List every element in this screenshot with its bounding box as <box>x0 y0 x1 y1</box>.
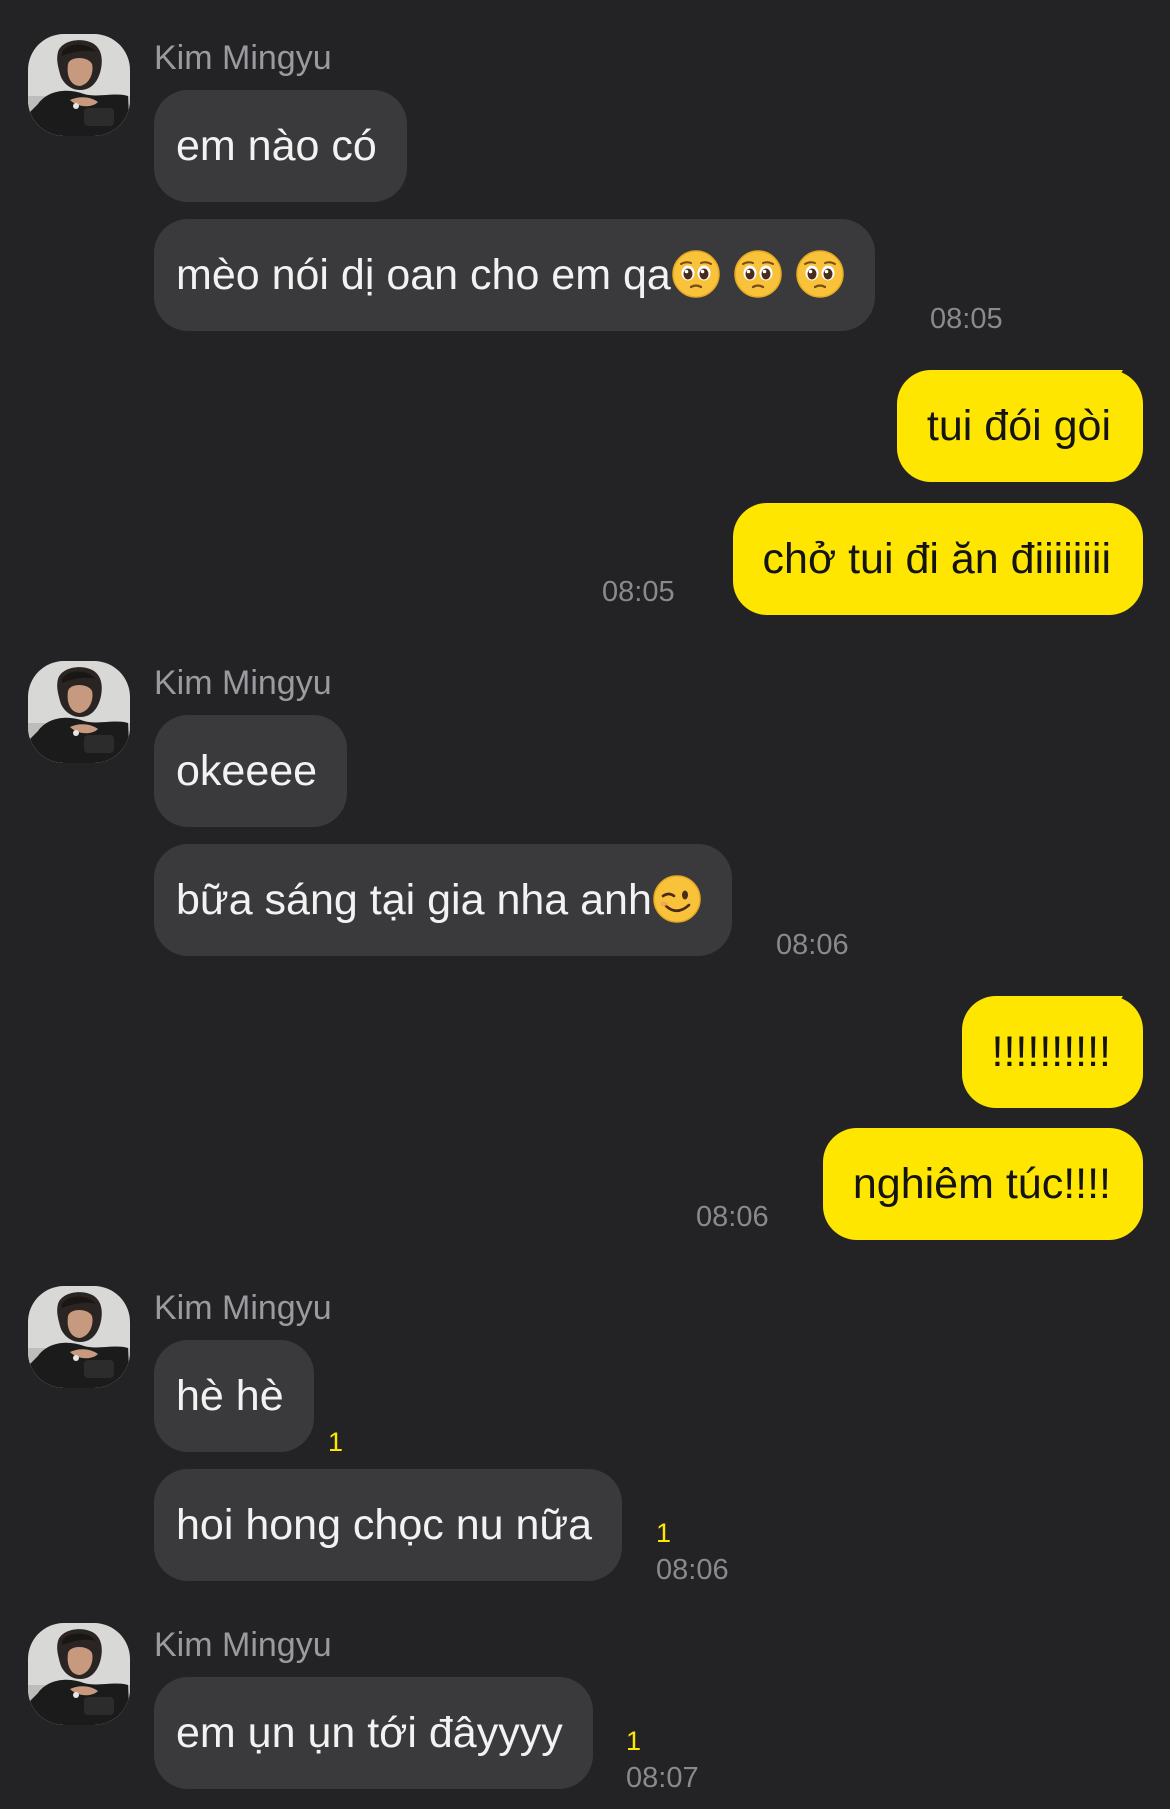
pleading-face-emoji <box>795 249 845 299</box>
unread-count: 1 <box>328 1427 344 1457</box>
outgoing-message-bubble[interactable]: chở tui đi ăn điiiiiiii <box>732 503 1143 615</box>
outgoing-message-bubble[interactable]: tui đói gòi <box>896 370 1143 482</box>
message-text: bữa sáng tại gia nha anh <box>176 876 652 924</box>
incoming-message-bubble[interactable]: hoi hong chọc nu nữa <box>154 1469 623 1581</box>
message-text: nghiêm túc!!!! <box>852 1160 1111 1208</box>
message-timestamp: 08:07 <box>626 1762 699 1794</box>
avatar[interactable] <box>28 1286 130 1388</box>
profile-photo-icon <box>28 1623 130 1725</box>
sender-name: Kim Mingyu <box>154 1289 332 1327</box>
incoming-message-bubble[interactable]: bữa sáng tại gia nha anh <box>154 844 732 956</box>
message-text: hoi hong chọc nu nữa <box>176 1501 593 1549</box>
incoming-message-bubble[interactable]: hè hè <box>154 1340 314 1452</box>
message-text: chở tui đi ăn điiiiiiii <box>762 535 1111 583</box>
sender-name: Kim Mingyu <box>154 664 332 702</box>
winking-face-emoji <box>652 874 702 924</box>
message-timestamp: 08:06 <box>696 1201 769 1233</box>
bubble-tail-icon <box>1093 370 1123 394</box>
outgoing-message-bubble[interactable]: nghiêm túc!!!! <box>822 1128 1143 1240</box>
message-timestamp: 08:06 <box>656 1554 729 1586</box>
incoming-message-bubble[interactable]: em nào có <box>154 90 407 202</box>
pleading-face-emoji <box>671 249 721 299</box>
profile-photo-icon <box>28 1286 130 1388</box>
incoming-message-bubble[interactable]: mèo nói dị oan cho em qa <box>154 219 875 331</box>
unread-count: 1 <box>656 1518 672 1548</box>
message-text: tui đói gòi <box>926 402 1111 450</box>
message-timestamp: 08:05 <box>602 576 675 608</box>
profile-photo-icon <box>28 34 130 136</box>
sender-name: Kim Mingyu <box>154 39 332 77</box>
bubble-tail-icon <box>1093 996 1123 1020</box>
message-text: mèo nói dị oan cho em qa <box>176 251 671 299</box>
avatar[interactable] <box>28 661 130 763</box>
message-text: em nào có <box>176 122 377 170</box>
chat-transcript: Kim Mingyu em nào có mèo nói dị oan cho … <box>0 0 1170 1809</box>
profile-photo-icon <box>28 661 130 763</box>
message-timestamp: 08:05 <box>930 303 1003 335</box>
message-text: okeeee <box>176 747 318 795</box>
unread-count: 1 <box>626 1726 642 1756</box>
avatar[interactable] <box>28 1623 130 1725</box>
outgoing-message-bubble[interactable]: !!!!!!!!!! <box>961 996 1143 1108</box>
message-text: hè hè <box>176 1372 284 1420</box>
sender-name: Kim Mingyu <box>154 1626 332 1664</box>
message-timestamp: 08:06 <box>776 929 849 961</box>
message-text: em ụn ụn tới đâyyyy <box>176 1709 563 1757</box>
incoming-message-bubble[interactable]: em ụn ụn tới đâyyyy <box>154 1677 593 1789</box>
avatar[interactable] <box>28 34 130 136</box>
incoming-message-bubble[interactable]: okeeee <box>154 715 348 827</box>
pleading-face-emoji <box>733 249 783 299</box>
